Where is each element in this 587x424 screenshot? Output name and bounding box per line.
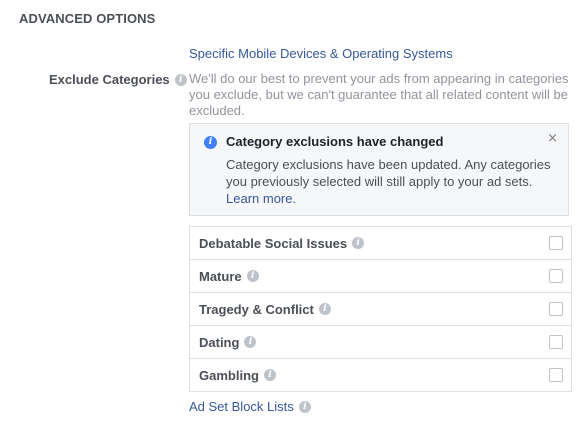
category-exclusions-notice: i Category exclusions have changed × Cat… <box>189 123 569 216</box>
category-row-mature[interactable]: Mature i <box>190 260 571 293</box>
section-title: ADVANCED OPTIONS <box>19 11 156 26</box>
category-row-gambling[interactable]: Gambling i <box>190 359 571 391</box>
ad-set-block-lists: Ad Set Block Lists i <box>189 399 311 414</box>
ad-set-block-lists-link[interactable]: Ad Set Block Lists <box>189 399 294 414</box>
specific-devices-link[interactable]: Specific Mobile Devices & Operating Syst… <box>189 46 453 61</box>
info-icon[interactable]: i <box>352 237 365 249</box>
exclude-categories-description: We'll do our best to prevent your ads fr… <box>189 71 569 118</box>
category-row-dating[interactable]: Dating i <box>190 326 571 359</box>
category-checkbox-gambling[interactable] <box>549 368 563 382</box>
info-icon[interactable]: i <box>246 270 259 282</box>
category-label: Mature <box>199 268 242 284</box>
info-icon[interactable]: i <box>244 336 257 348</box>
category-checkbox-debatable-social-issues[interactable] <box>549 236 563 250</box>
category-checkbox-mature[interactable] <box>549 269 563 283</box>
info-icon[interactable]: i <box>318 303 331 315</box>
category-row-debatable-social-issues[interactable]: Debatable Social Issues i <box>190 227 571 260</box>
category-row-tragedy-conflict[interactable]: Tragedy & Conflict i <box>190 293 571 326</box>
info-icon[interactable]: i <box>298 400 311 413</box>
notice-body: Category exclusions have been updated. A… <box>226 156 556 207</box>
notice-info-icon: i <box>204 136 217 149</box>
category-label: Dating <box>199 334 240 350</box>
category-list: Debatable Social Issues i Mature i Trage… <box>189 226 572 392</box>
learn-more-link[interactable]: Learn more. <box>226 191 296 206</box>
category-label: Tragedy & Conflict <box>199 301 314 317</box>
info-icon[interactable]: i <box>263 369 276 381</box>
info-icon[interactable]: i <box>174 73 187 86</box>
close-icon[interactable]: × <box>547 131 558 146</box>
notice-body-text: Category exclusions have been updated. A… <box>226 157 551 189</box>
exclude-categories-label: Exclude Categories i <box>49 72 187 87</box>
category-label: Debatable Social Issues <box>199 235 348 251</box>
notice-title: Category exclusions have changed <box>226 134 444 149</box>
category-checkbox-dating[interactable] <box>549 335 563 349</box>
exclude-categories-label-text: Exclude Categories <box>49 72 170 87</box>
category-label: Gambling <box>199 367 259 383</box>
category-checkbox-tragedy-conflict[interactable] <box>549 302 563 316</box>
